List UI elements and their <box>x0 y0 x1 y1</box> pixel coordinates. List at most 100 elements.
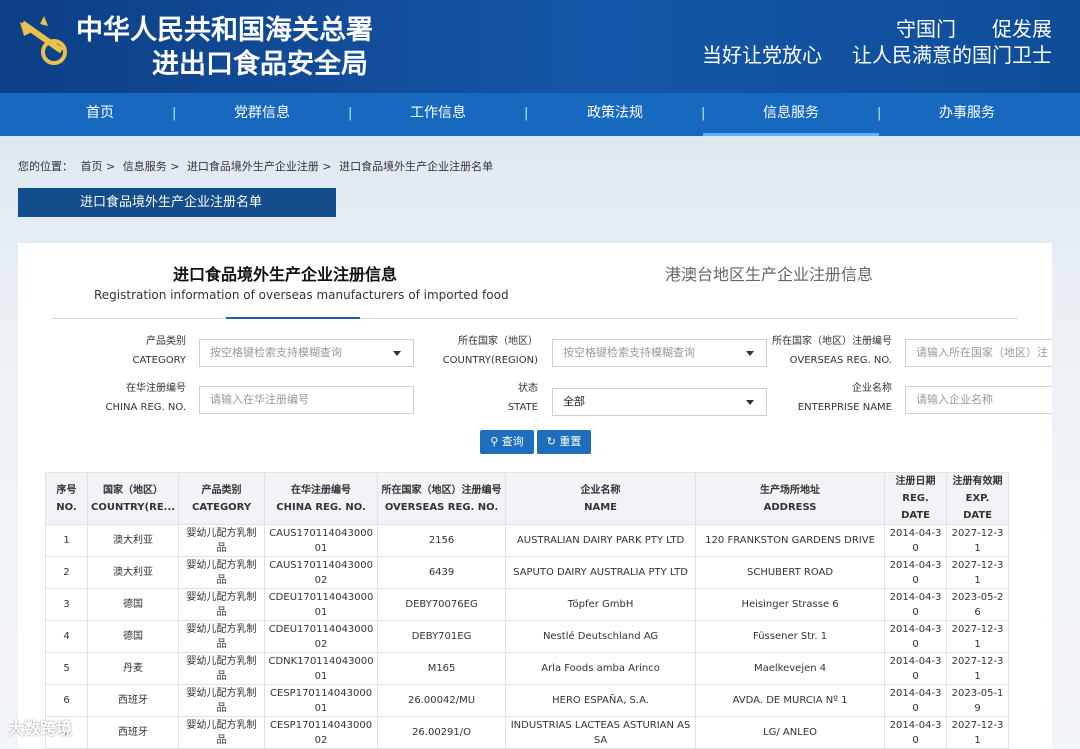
table-cell: 婴幼儿配方乳制品 <box>178 652 266 685</box>
table-cell: INDUSTRIAS LACTEAS ASTURIAN AS SA <box>505 716 697 749</box>
country-label: 所在国家（地区） COUNTRY(REGION) <box>442 336 538 366</box>
breadcrumb-label: 您的位置： <box>18 160 73 173</box>
table-cell: 2027-12-31 <box>946 620 1010 653</box>
table-cell: CESP17011404300002 <box>264 716 379 749</box>
table-cell: AVDA. DE MURCIA Nº 1 <box>695 684 886 717</box>
tab-active-indicator <box>226 317 360 319</box>
slogan-c: 当好让党放心 <box>702 43 822 67</box>
customs-emblem-icon <box>20 16 67 65</box>
table-cell: Nestlé Deutschland AG <box>505 620 697 653</box>
table-cell: 婴幼儿配方乳制品 <box>178 716 266 749</box>
table-row[interactable]: 7 西班牙 婴幼儿配方乳制品 CESP17011404300002 26.00291/O… <box>45 716 1010 749</box>
column-header: 在华注册编号 CHINA REG. NO. <box>264 472 379 525</box>
table-cell: 婴幼儿配方乳制品 <box>178 588 266 621</box>
column-header: 产品类别 CATEGORY <box>178 472 266 525</box>
breadcrumb-home[interactable]: 首页 > <box>81 160 116 173</box>
table-row[interactable]: 5 丹麦 婴幼儿配方乳制品 CDNK17011404300001 M165 Arla Fo… <box>45 652 1010 685</box>
registration-table: 序号 NO. 国家（地区） COUNTRY(RE... 产品类别 CATEGORY 在华注册… <box>45 472 1010 749</box>
table-cell: 澳大利亚 <box>86 524 180 557</box>
table-header-row: 序号 NO. 国家（地区） COUNTRY(RE... 产品类别 CATEGORY 在华注册… <box>45 472 1010 525</box>
breadcrumb-registration[interactable]: 进口食品境外生产企业注册 > <box>187 160 332 173</box>
table-cell: Füssener Str. 1 <box>695 620 886 653</box>
nav-item-work[interactable]: 工作信息 <box>350 93 526 136</box>
table-row[interactable]: 4 德国 婴幼儿配方乳制品 CDEU17011404300002 DEBY701EG Ne… <box>45 620 1010 653</box>
table-row[interactable]: 1 澳大利亚 婴幼儿配方乳制品 CAUS17011404300001 2156 AUSTR… <box>45 524 1010 557</box>
site-title-line2: 进出口食品安全局 <box>152 49 368 80</box>
table-row[interactable]: 2 澳大利亚 婴幼儿配方乳制品 CAUS17011404300002 6439 SAPUT… <box>45 556 1010 589</box>
table-cell: 婴幼儿配方乳制品 <box>178 620 266 653</box>
table-cell: 2014-04-30 <box>884 652 948 685</box>
enterprise-name-input[interactable]: 请输入企业名称 <box>905 386 1052 414</box>
table-cell: 2027-12-31 <box>946 524 1010 557</box>
nav-item-home[interactable]: 首页 <box>12 93 188 136</box>
table-cell: 2027-12-31 <box>946 652 1010 685</box>
nav-item-info-service[interactable]: 信息服务 <box>703 93 879 136</box>
table-cell: Heisinger Strasse 6 <box>695 588 886 621</box>
refresh-icon: ↻ <box>546 435 556 448</box>
table-cell: 德国 <box>86 588 180 621</box>
nav-item-party[interactable]: 党群信息 <box>174 93 350 136</box>
site-title[interactable]: 中华人民共和国海关总署 进出口食品安全局 <box>76 14 373 82</box>
table-cell: 26.00042/MU <box>377 684 507 717</box>
column-header: 所在国家（地区）注册编号 OVERSEAS REG. NO. <box>377 472 507 525</box>
table-cell: 2023-05-19 <box>946 684 1010 717</box>
table-cell: CAUS17011404300001 <box>264 524 379 557</box>
table-cell: 2156 <box>377 524 507 557</box>
country-select[interactable]: 按空格键检索支持模糊查询 <box>552 339 767 367</box>
tab-hk-macao-taiwan[interactable]: 港澳台地区生产企业注册信息 <box>665 261 873 285</box>
table-row[interactable]: 3 德国 婴幼儿配方乳制品 CDEU17011404300001 DEBY70076EG… <box>45 588 1010 621</box>
table-cell: 2014-04-30 <box>884 620 948 653</box>
column-header: 生产场所地址 ADDRESS <box>695 472 886 525</box>
column-header: 序号 NO. <box>45 472 88 525</box>
section-title-tab: 进口食品境外生产企业注册名单 <box>18 188 336 217</box>
table-cell: 3 <box>45 588 88 621</box>
column-header: 注册有效期 EXP. DATE <box>946 472 1010 525</box>
breadcrumb-info-service[interactable]: 信息服务 > <box>123 160 180 173</box>
table-cell: 丹麦 <box>86 652 180 685</box>
table-cell: 6 <box>45 684 88 717</box>
tab-divider <box>52 318 1018 319</box>
table-cell: 婴幼儿配方乳制品 <box>178 524 266 557</box>
table-cell: 2014-04-30 <box>884 716 948 749</box>
site-title-line1: 中华人民共和国海关总署 <box>76 15 373 46</box>
table-cell: 120 FRANKSTON GARDENS DRIVE <box>695 524 886 557</box>
china-reg-input[interactable]: 请输入在华注册编号 <box>199 386 414 414</box>
table-cell: 6439 <box>377 556 507 589</box>
table-cell: HERO ESPAÑA, S.A. <box>505 684 697 717</box>
column-header: 国家（地区） COUNTRY(RE... <box>86 472 180 525</box>
table-cell: 2023-05-26 <box>946 588 1010 621</box>
table-cell: 德国 <box>86 620 180 653</box>
slogan-a: 守国门 <box>896 17 956 41</box>
overseas-reg-input[interactable]: 请输入所在国家（地区）注 <box>905 339 1052 367</box>
slogan-b: 促发展 <box>992 17 1052 41</box>
table-cell: 1 <box>45 524 88 557</box>
nav-item-policy[interactable]: 政策法规 <box>527 93 703 136</box>
table-cell: LG/ ANLEO <box>695 716 886 749</box>
table-cell: CESP17011404300001 <box>264 684 379 717</box>
table-cell: 4 <box>45 620 88 653</box>
state-select[interactable]: 全部 <box>552 388 767 416</box>
table-cell: CAUS17011404300002 <box>264 556 379 589</box>
search-button[interactable]: ⚲ 查询 <box>480 430 534 454</box>
table-cell: AUSTRALIAN DAIRY PARK PTY LTD <box>505 524 697 557</box>
table-cell: 婴幼儿配方乳制品 <box>178 556 266 589</box>
category-select[interactable]: 按空格键检索支持模糊查询 <box>199 339 414 367</box>
table-row[interactable]: 6 西班牙 婴幼儿配方乳制品 CESP17011404300001 26.00042/M… <box>45 684 1010 717</box>
tab-overseas-registration[interactable]: 进口食品境外生产企业注册信息 <box>173 261 397 285</box>
search-icon: ⚲ <box>490 435 499 448</box>
table-cell: 澳大利亚 <box>86 556 180 589</box>
table-cell: 5 <box>45 652 88 685</box>
table-cell: 2027-12-31 <box>946 716 1010 749</box>
table-cell: 2014-04-30 <box>884 524 948 557</box>
table-cell: 2014-04-30 <box>884 588 948 621</box>
table-cell: CDEU17011404300002 <box>264 620 379 653</box>
table-cell: 2 <box>45 556 88 589</box>
nav-item-affairs[interactable]: 办事服务 <box>879 93 1055 136</box>
column-header: 注册日期 REG. DATE <box>884 472 948 525</box>
reset-button[interactable]: ↻ 重置 <box>537 430 591 454</box>
category-label: 产品类别 CATEGORY <box>132 336 186 366</box>
column-header: 企业名称 NAME <box>505 472 697 525</box>
enterprise-name-label: 企业名称 ENTERPRISE NAME <box>797 383 892 413</box>
breadcrumb-current: 进口食品境外生产企业注册名单 <box>339 160 494 173</box>
content-panel: 进口食品境外生产企业注册信息 Registration information … <box>18 243 1052 749</box>
